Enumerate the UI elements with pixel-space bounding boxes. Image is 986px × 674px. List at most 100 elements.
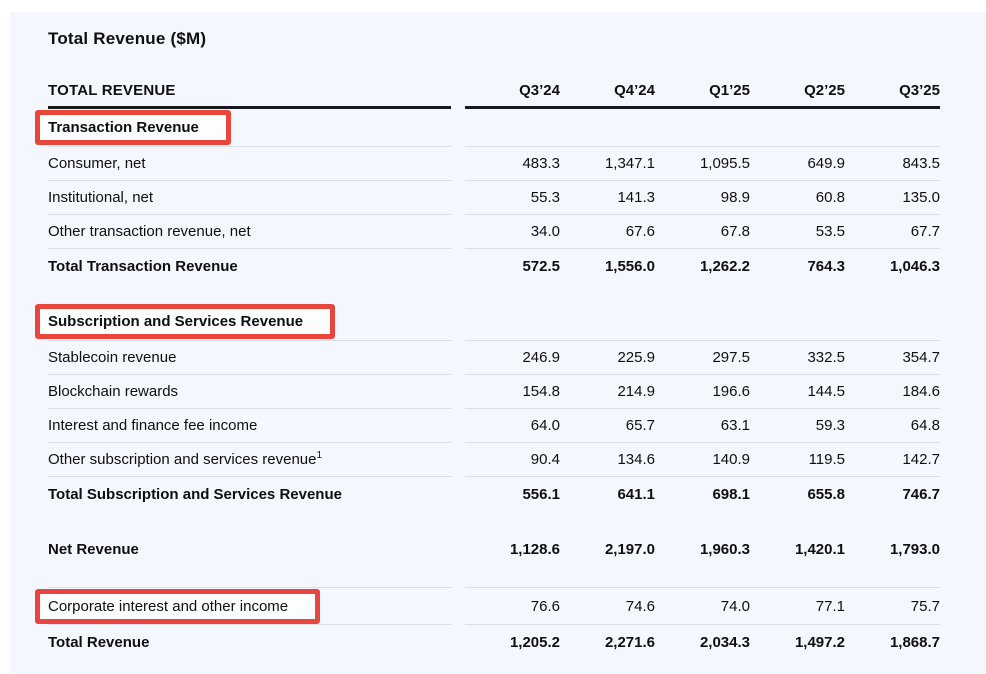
value-cell: 53.5 xyxy=(750,215,845,249)
value-cell: 483.3 xyxy=(465,147,560,181)
value-cell: 1,868.7 xyxy=(845,625,940,659)
value-cell: 77.1 xyxy=(750,587,845,625)
value-cell: 297.5 xyxy=(655,341,750,375)
row-stablecoin-revenue: Stablecoin revenue 246.9 225.9 297.5 332… xyxy=(48,341,940,375)
column-gap xyxy=(451,75,465,109)
row-label: Interest and finance fee income xyxy=(48,409,451,443)
table-header-label: TOTAL REVENUE xyxy=(48,75,451,109)
row-net-revenue: Net Revenue 1,128.6 2,197.0 1,960.3 1,42… xyxy=(48,531,940,567)
value-cell: 64.0 xyxy=(465,409,560,443)
red-highlight-box: Transaction Revenue xyxy=(35,110,231,145)
value-cell: 140.9 xyxy=(655,443,750,477)
row-other-transaction-revenue: Other transaction revenue, net 34.0 67.6… xyxy=(48,215,940,249)
total-revenue-table: TOTAL REVENUE Q3’24 Q4’24 Q1’25 Q2’25 Q3… xyxy=(48,75,940,659)
section-header-label: Transaction Revenue xyxy=(48,119,199,136)
row-blockchain-rewards: Blockchain rewards 154.8 214.9 196.6 144… xyxy=(48,375,940,409)
value-cell: 119.5 xyxy=(750,443,845,477)
footnote-marker: 1 xyxy=(316,450,322,461)
value-cell: 154.8 xyxy=(465,375,560,409)
row-label: Net Revenue xyxy=(48,531,451,567)
value-cell: 225.9 xyxy=(560,341,655,375)
value-cell: 1,347.1 xyxy=(560,147,655,181)
value-cell: 59.3 xyxy=(750,409,845,443)
value-cell: 1,497.2 xyxy=(750,625,845,659)
value-cell: 134.6 xyxy=(560,443,655,477)
row-label: Other transaction revenue, net xyxy=(48,215,451,249)
value-cell: 1,960.3 xyxy=(655,531,750,567)
row-total-revenue: Total Revenue 1,205.2 2,271.6 2,034.3 1,… xyxy=(48,625,940,659)
value-cell: 1,128.6 xyxy=(465,531,560,567)
value-cell: 2,271.6 xyxy=(560,625,655,659)
value-cell: 641.1 xyxy=(560,477,655,511)
value-cell: 196.6 xyxy=(655,375,750,409)
section-header-cell: Subscription and Services Revenue xyxy=(48,303,451,341)
row-label: Corporate interest and other income xyxy=(48,598,288,615)
value-cell: 98.9 xyxy=(655,181,750,215)
section-header-cell: Transaction Revenue xyxy=(48,109,451,147)
row-label: Consumer, net xyxy=(48,147,451,181)
section-spacer xyxy=(48,511,940,531)
row-other-subscription-services-revenue: Other subscription and services revenue1… xyxy=(48,443,940,477)
revenue-card: Total Revenue ($M) TOTAL REVENUE Q3’24 Q… xyxy=(10,12,986,674)
row-label: Blockchain rewards xyxy=(48,375,451,409)
row-label: Institutional, net xyxy=(48,181,451,215)
value-cell: 75.7 xyxy=(845,587,940,625)
value-cell: 649.9 xyxy=(750,147,845,181)
row-total-transaction-revenue: Total Transaction Revenue 572.5 1,556.0 … xyxy=(48,249,940,283)
value-cell: 1,793.0 xyxy=(845,531,940,567)
row-label: Other subscription and services revenue1 xyxy=(48,443,451,477)
value-cell: 246.9 xyxy=(465,341,560,375)
col-header-q1-25: Q1’25 xyxy=(655,75,750,109)
red-highlight-box: Subscription and Services Revenue xyxy=(35,304,335,339)
col-header-q3-24: Q3’24 xyxy=(465,75,560,109)
row-label: Total Transaction Revenue xyxy=(48,249,451,283)
value-cell: 572.5 xyxy=(465,249,560,283)
value-cell: 90.4 xyxy=(465,443,560,477)
card-content: Total Revenue ($M) TOTAL REVENUE Q3’24 Q… xyxy=(10,12,986,659)
row-transaction-revenue-header: Transaction Revenue xyxy=(48,109,940,147)
row-consumer-net: Consumer, net 483.3 1,347.1 1,095.5 649.… xyxy=(48,147,940,181)
value-cell: 67.6 xyxy=(560,215,655,249)
row-subscription-services-header: Subscription and Services Revenue xyxy=(48,303,940,341)
value-cell: 1,556.0 xyxy=(560,249,655,283)
value-cell: 698.1 xyxy=(655,477,750,511)
section-spacer xyxy=(48,283,940,303)
value-cell: 1,095.5 xyxy=(655,147,750,181)
value-cell: 34.0 xyxy=(465,215,560,249)
row-label-cell: Corporate interest and other income xyxy=(48,587,451,625)
row-total-subscription-services-revenue: Total Subscription and Services Revenue … xyxy=(48,477,940,511)
row-corporate-interest-other-income: Corporate interest and other income 76.6… xyxy=(48,587,940,625)
value-cell: 63.1 xyxy=(655,409,750,443)
value-cell: 60.8 xyxy=(750,181,845,215)
value-cell: 74.6 xyxy=(560,587,655,625)
value-cell: 1,205.2 xyxy=(465,625,560,659)
value-cell: 2,197.0 xyxy=(560,531,655,567)
value-cell: 67.7 xyxy=(845,215,940,249)
col-header-q3-25: Q3’25 xyxy=(845,75,940,109)
value-cell: 142.7 xyxy=(845,443,940,477)
value-cell: 1,046.3 xyxy=(845,249,940,283)
red-highlight-box: Corporate interest and other income xyxy=(35,589,320,624)
section-spacer xyxy=(48,567,940,587)
value-cell: 135.0 xyxy=(845,181,940,215)
value-cell: 764.3 xyxy=(750,249,845,283)
value-cell: 332.5 xyxy=(750,341,845,375)
value-cell: 65.7 xyxy=(560,409,655,443)
value-cell: 214.9 xyxy=(560,375,655,409)
value-cell: 556.1 xyxy=(465,477,560,511)
value-cell: 1,420.1 xyxy=(750,531,845,567)
value-cell: 64.8 xyxy=(845,409,940,443)
value-cell: 184.6 xyxy=(845,375,940,409)
value-cell: 2,034.3 xyxy=(655,625,750,659)
col-header-q4-24: Q4’24 xyxy=(560,75,655,109)
row-label: Stablecoin revenue xyxy=(48,341,451,375)
section-header-label: Subscription and Services Revenue xyxy=(48,313,303,330)
value-cell: 76.6 xyxy=(465,587,560,625)
value-cell: 655.8 xyxy=(750,477,845,511)
row-label: Total Subscription and Services Revenue xyxy=(48,477,451,511)
col-header-q2-25: Q2’25 xyxy=(750,75,845,109)
value-cell: 1,262.2 xyxy=(655,249,750,283)
value-cell: 74.0 xyxy=(655,587,750,625)
row-label: Total Revenue xyxy=(48,625,451,659)
value-cell: 746.7 xyxy=(845,477,940,511)
